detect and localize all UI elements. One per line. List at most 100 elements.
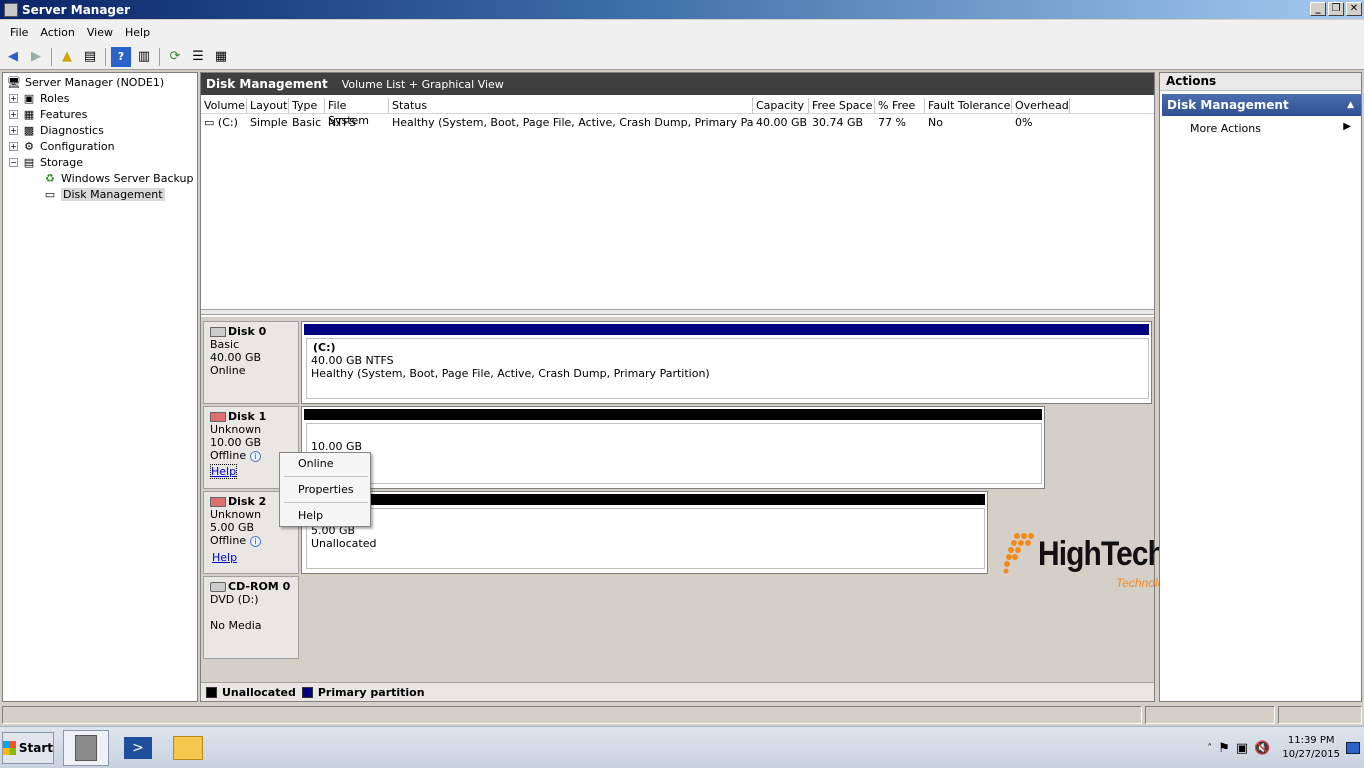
partition-c[interactable]: (C:) 40.00 GB NTFS Healthy (System, Boot… [306,338,1149,399]
column-header[interactable]: Status [389,98,753,113]
tree-label: Configuration [40,139,115,153]
powershell-icon: > [124,737,152,759]
partition-status: Unallocated [311,537,377,550]
expand-icon[interactable]: + [9,109,18,119]
close-button[interactable]: ✕ [1346,2,1362,16]
partition-label: (C:) [313,341,336,354]
collapse-icon[interactable]: − [9,157,18,167]
expand-icon[interactable]: + [9,141,18,151]
column-header[interactable]: File System [325,98,389,127]
tree-item-storage[interactable]: − ▤ Storage [9,154,83,170]
actions-header: Actions [1160,73,1361,91]
tree-item-configuration[interactable]: + ⚙ Configuration [9,138,115,154]
help-link[interactable]: Help [210,464,238,479]
clock-time: 11:39 PM [1287,735,1335,746]
menu-file[interactable]: File [4,26,34,39]
show-hidden-icons[interactable]: ˄ [1207,743,1212,754]
tree-label: Disk Management [61,187,165,201]
taskbar-explorer[interactable] [165,730,211,766]
column-header[interactable]: Type [289,98,325,113]
column-header[interactable]: Layout [247,98,289,113]
status-cell: Healthy (System, Boot, Page File, Active… [392,116,753,129]
disk-1-unallocated[interactable]: 10.00 GB [306,423,1042,484]
menu-bar: File Action View Help [0,20,1364,44]
status-cell [1145,706,1275,724]
disk-status: No Media [210,619,262,632]
start-label: Start [18,741,53,755]
tree-item-disk-management[interactable]: ▭ Disk Management [43,186,165,202]
help-link[interactable]: Help [212,551,237,564]
column-header[interactable]: Volume [201,98,247,113]
tree-item-windows-server-backup[interactable]: ♻ Windows Server Backup [43,170,193,186]
unallocated-swatch [206,686,217,698]
partition-size: 5.00 GB [311,524,356,537]
properties-icon[interactable]: ☰ [188,47,208,67]
disk-name: Disk 0 [228,325,267,338]
column-header[interactable]: Free Space [809,98,875,113]
network-icon[interactable]: ▣ [1236,741,1248,756]
collapse-chevron-icon[interactable]: ▲ [1347,94,1354,116]
clock-date: 10/27/2015 [1282,749,1340,760]
taskbar-powershell[interactable]: > [115,730,161,766]
menu-action[interactable]: Action [34,26,80,39]
up-folder-icon[interactable]: ▲ [57,47,77,67]
disk-type: Unknown [210,423,262,436]
server-manager-icon [75,735,97,761]
cdrom-0-info[interactable]: CD-ROM 0 DVD (D:) No Media [203,576,299,659]
taskbar-server-manager[interactable] [63,730,109,766]
toolbar: ◀ ▶ ▲ ▤ ? ▥ ⟳ ☰ ▦ [0,44,1364,70]
show-hide-tree-icon[interactable]: ▤ [80,47,100,67]
folder-icon [173,736,203,760]
tree-label: Features [40,107,88,121]
actions-section-disk-management[interactable]: Disk Management ▲ [1162,94,1361,116]
offline-disk-icon [210,411,226,422]
column-header[interactable]: Overhead [1012,98,1070,113]
menu-view[interactable]: View [81,26,119,39]
info-icon: i [250,451,262,462]
server-manager-icon [4,2,18,17]
disk-status: Online [210,364,246,377]
configuration-icon: ⚙ [24,139,34,153]
tree-label: Roles [40,91,70,105]
window-controls: _ ❐ ✕ [1310,2,1362,16]
more-actions-item[interactable]: More Actions [1190,122,1261,135]
taskbar: Start > ˄ ⚑ ▣ 🔇 11:39 PM 10/27/2015 [0,726,1364,768]
disk-2-unallocated[interactable]: 5.00 GB Unallocated [306,508,985,569]
refresh-icon[interactable]: ⟳ [165,47,185,67]
restore-button[interactable]: ❐ [1328,2,1344,16]
disk-0-info[interactable]: Disk 0 Basic 40.00 GB Online [203,321,299,404]
show-desktop-icon[interactable] [1346,742,1360,754]
tree-item-features[interactable]: + ▦ Features [9,106,87,122]
tree-label: Storage [40,155,84,169]
tree-item-diagnostics[interactable]: + ▩ Diagnostics [9,122,104,138]
disk-size: 10.00 GB [210,436,262,449]
volume-muted-icon[interactable]: 🔇 [1254,741,1270,756]
disk-2-partition-area: 5.00 GB Unallocated [301,491,988,574]
expand-icon[interactable]: + [9,125,18,135]
type-cell: Basic [292,116,322,129]
offline-disk-icon [210,496,226,507]
action-center-flag-icon[interactable]: ⚑ [1218,741,1230,756]
column-header[interactable]: Capacity [753,98,809,113]
storage-icon: ▤ [23,155,35,169]
tree-item-roles[interactable]: + ▣ Roles [9,90,69,106]
table-row[interactable]: ▭ (C:) Simple Basic NTFS Healthy (System… [201,114,1154,131]
column-header[interactable]: % Free [875,98,925,113]
back-icon[interactable]: ◀ [3,47,23,67]
expand-icon[interactable]: + [9,93,18,103]
tree-item-server-manager[interactable]: 🖥 Server Manager (NODE1) [7,74,164,90]
menu-help[interactable]: Help [119,26,156,39]
show-hide-action-pane-icon[interactable]: ▥ [134,47,154,67]
menu-item-help[interactable]: Help [298,509,323,522]
clock[interactable]: 11:39 PM 10/27/2015 [1282,734,1340,762]
menu-item-online[interactable]: Online [298,457,333,470]
rescan-disks-icon[interactable]: ▦ [211,47,231,67]
context-menu: Online Properties Help [279,452,371,527]
pane-splitter[interactable] [201,309,1154,315]
start-button[interactable]: Start [2,732,54,764]
minimize-button[interactable]: _ [1310,2,1326,16]
menu-item-properties[interactable]: Properties [298,483,354,496]
forward-icon[interactable]: ▶ [26,47,46,67]
column-header[interactable]: Fault Tolerance [925,98,1012,113]
help-icon[interactable]: ? [111,46,131,67]
